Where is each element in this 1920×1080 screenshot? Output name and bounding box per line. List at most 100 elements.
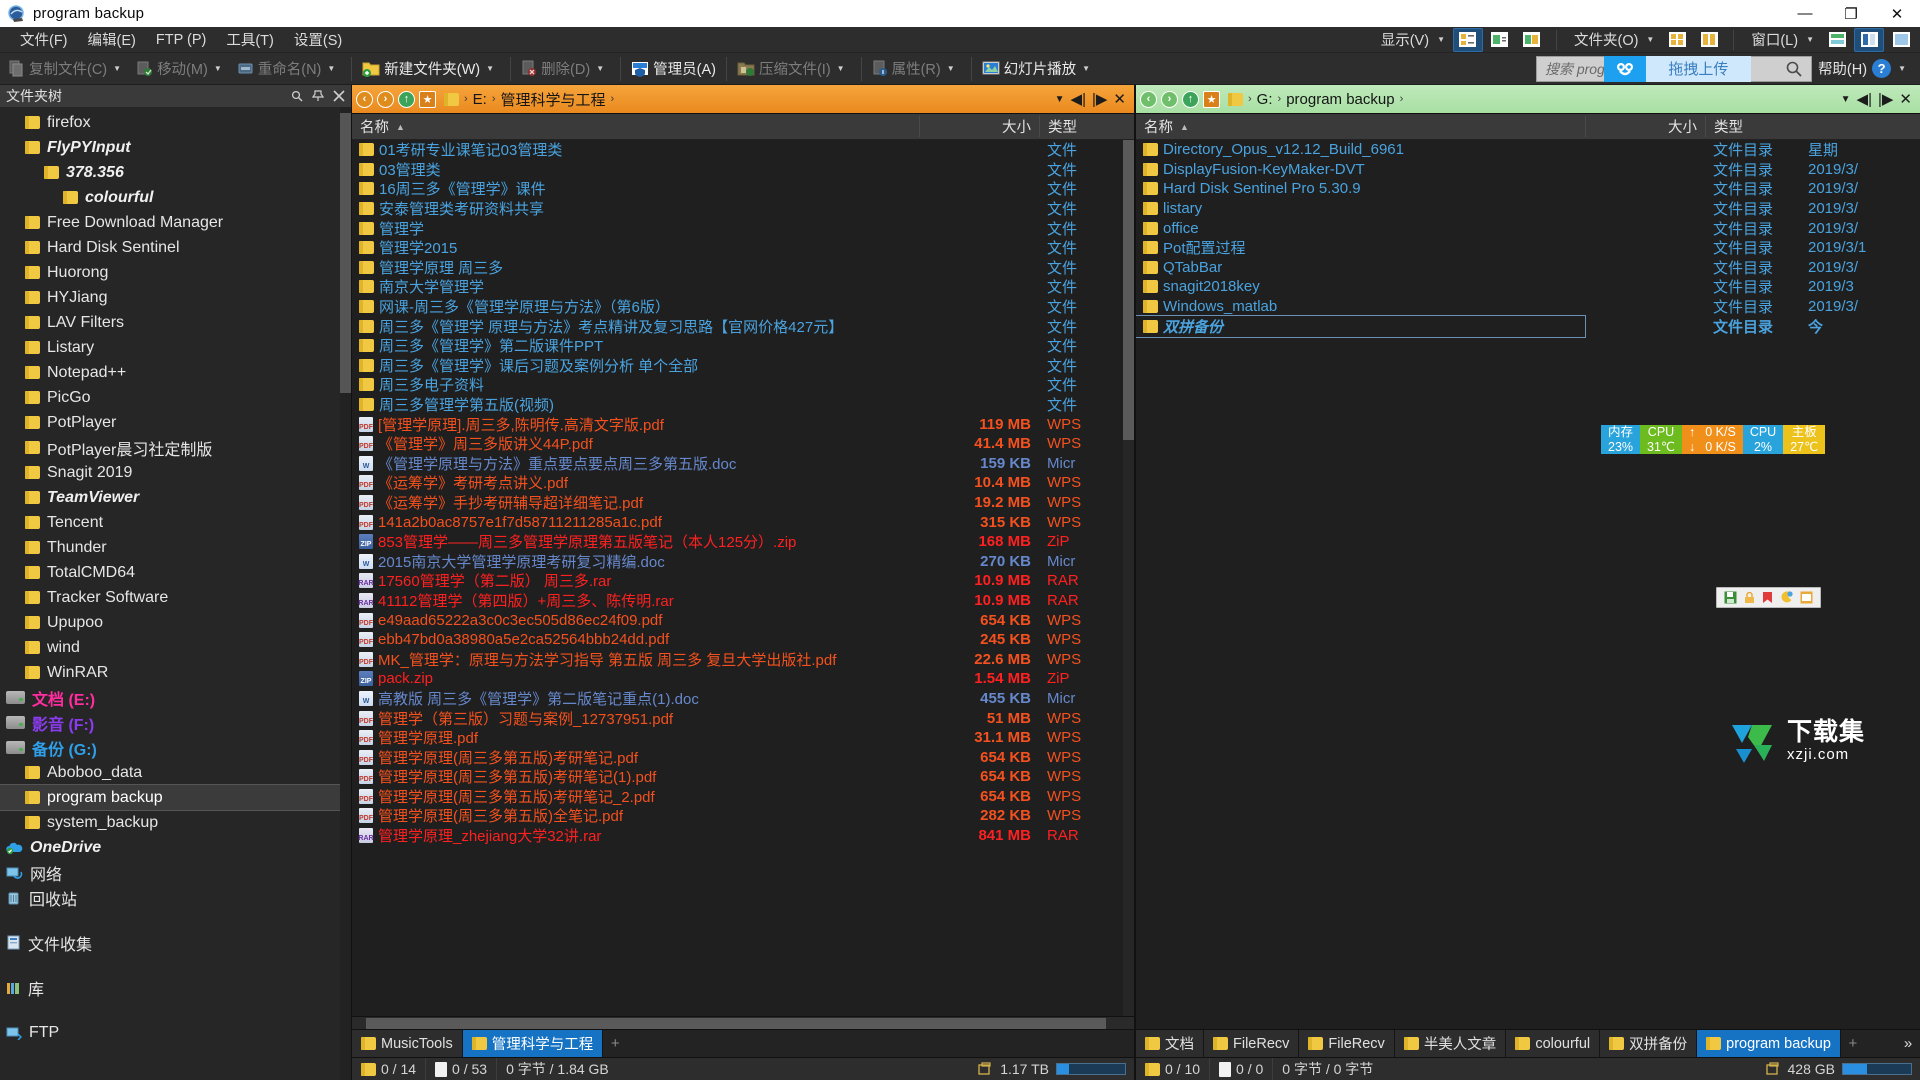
folder-menu-label[interactable]: 文件夹(O) xyxy=(1566,26,1642,53)
tree-item-hard-disk-sentinel[interactable]: Hard Disk Sentinel xyxy=(0,235,351,260)
file-row[interactable]: snagit2018key文件目录2019/3 xyxy=(1136,277,1920,297)
file-row[interactable]: 南京大学管理学文件 xyxy=(352,277,1134,297)
file-name-cell[interactable]: PDF管理学原理(周三多第五版)考研笔记.pdf xyxy=(352,747,919,768)
file-name-cell[interactable]: Windows_matlab xyxy=(1136,298,1585,315)
file-name-cell[interactable]: PDF管理学原理(周三多第五版)考研笔记(1).pdf xyxy=(352,766,919,787)
menu-tools[interactable]: 工具(T) xyxy=(216,26,284,53)
tree-item-[interactable]: 文件收集 xyxy=(0,930,351,955)
menu-ftp[interactable]: FTP (P) xyxy=(146,29,216,51)
file-row[interactable]: 周三多电子资料文件 xyxy=(352,375,1134,395)
right-tab-bar[interactable]: 文档FileRecvFileRecv半美人文章colourful双拼备份prog… xyxy=(1136,1029,1920,1057)
file-row[interactable]: PDF《运筹学》考研考点讲义.pdf10.4 MBWPS xyxy=(352,473,1134,493)
file-name-cell[interactable]: W2015南京大学管理学原理考研复习精编.doc xyxy=(352,551,919,572)
file-row[interactable]: 双拼备份文件目录今 xyxy=(1136,316,1920,336)
folder-tree-list[interactable]: firefoxFlyPYInput378.356colourfulFree Do… xyxy=(0,107,351,1080)
tree-item-wind[interactable]: wind xyxy=(0,635,351,660)
file-row[interactable]: RAR管理学原理_zhejiang大学32讲.rar841 MBRAR xyxy=(352,826,1134,846)
file-tab-[interactable]: 双拼备份 xyxy=(1600,1030,1697,1057)
file-row[interactable]: 管理学文件 xyxy=(352,218,1134,238)
file-name-cell[interactable]: 周三多管理学第五版(视频) xyxy=(352,394,919,415)
rename-chevron-down-icon[interactable]: ▼ xyxy=(327,64,335,73)
folder-chevron-down-icon[interactable]: ▼ xyxy=(1646,35,1654,44)
right-col-name[interactable]: 名称 ▲ xyxy=(1136,116,1585,137)
properties-chevron-down-icon[interactable]: ▼ xyxy=(947,64,955,73)
left-path-chevron-down-icon[interactable]: ▼ xyxy=(1055,94,1065,105)
file-row[interactable]: PDF《管理学》周三多版讲义44P.pdf41.4 MBWPS xyxy=(352,434,1134,454)
tree-item-system-backup[interactable]: system_backup xyxy=(0,810,351,835)
tree-item-g[interactable]: 备份 (G:) xyxy=(0,735,351,760)
file-name-cell[interactable]: RAR17560管理学（第二版） 周三多.rar xyxy=(352,570,919,591)
properties-button[interactable]: 属性(R) ▼ xyxy=(867,55,966,83)
file-row[interactable]: PDF[管理学原理].周三多,陈明传.高清文字版.pdf119 MBWPS xyxy=(352,414,1134,434)
help-group[interactable]: 帮助(H) ? ▼ xyxy=(1818,58,1920,79)
tree-item-[interactable]: 回收站 xyxy=(0,885,351,910)
file-row[interactable]: 周三多《管理学》课后习题及案例分析 单个全部文件 xyxy=(352,356,1134,376)
up-button[interactable]: ↑ xyxy=(398,91,415,108)
tree-item-onedrive[interactable]: OneDrive xyxy=(0,835,351,860)
add-tab-button[interactable]: + xyxy=(603,1030,627,1057)
file-name-cell[interactable]: PDFe49aad65222a3c0c3ec505d86ec24f09.pdf xyxy=(352,612,919,629)
left-pane-close-icon[interactable]: ✕ xyxy=(1113,90,1126,108)
file-name-cell[interactable]: ZIPpack.zip xyxy=(352,670,919,687)
file-row[interactable]: 03管理类文件 xyxy=(352,160,1134,180)
file-name-cell[interactable]: listary xyxy=(1136,200,1585,217)
tree-item-ftp[interactable]: FTP xyxy=(0,1020,351,1045)
close-button[interactable]: ✕ xyxy=(1874,0,1920,27)
file-name-cell[interactable]: DisplayFusion-KeyMaker-DVT xyxy=(1136,161,1585,178)
file-row[interactable]: PDF管理学原理(周三多第五版)考研笔记(1).pdf654 KBWPS xyxy=(352,767,1134,787)
favorites-icon-right[interactable]: ★ xyxy=(1203,91,1220,108)
file-name-cell[interactable]: snagit2018key xyxy=(1136,278,1585,295)
file-name-cell[interactable]: 网课-周三多《管理学原理与方法》（第6版） xyxy=(352,296,919,317)
save-icon[interactable] xyxy=(1724,591,1737,604)
file-row[interactable]: PDF管理学原理(周三多第五版)全笔记.pdf282 KBWPS xyxy=(352,806,1134,826)
file-row[interactable]: Pot配置过程文件目录2019/3/1 xyxy=(1136,238,1920,258)
file-row[interactable]: W《管理学原理与方法》重点要点要点周三多第五版.doc159 KBMicr xyxy=(352,454,1134,474)
file-name-cell[interactable]: RAR管理学原理_zhejiang大学32讲.rar xyxy=(352,825,919,846)
copy-files-button[interactable]: 复制文件(C) ▼ xyxy=(4,55,132,83)
file-name-cell[interactable]: 双拼备份 xyxy=(1136,316,1585,337)
tree-item-e[interactable]: 文档 (E:) xyxy=(0,685,351,710)
file-row[interactable]: Windows_matlab文件目录2019/3/ xyxy=(1136,297,1920,317)
file-tab-[interactable]: 半美人文章 xyxy=(1395,1030,1507,1057)
minimize-button[interactable]: — xyxy=(1782,0,1828,27)
left-vscroll-thumb[interactable] xyxy=(1123,140,1134,440)
search-icon[interactable] xyxy=(1785,60,1803,78)
file-name-cell[interactable]: W高教版 周三多《管理学》第二版笔记重点(1).doc xyxy=(352,688,919,709)
view-thumbnails-button[interactable] xyxy=(1517,28,1547,52)
file-name-cell[interactable]: PDF141a2b0ac8757e1f7d58711211285a1c.pdf xyxy=(352,514,919,531)
file-tab-filerecv[interactable]: FileRecv xyxy=(1204,1030,1299,1057)
forward-button-right[interactable]: › xyxy=(1161,91,1178,108)
file-name-cell[interactable]: 03管理类 xyxy=(352,159,919,180)
bookmark-icon[interactable] xyxy=(1762,591,1773,604)
left-breadcrumb-drive[interactable]: E: xyxy=(473,91,487,108)
file-name-cell[interactable]: PDF[管理学原理].周三多,陈明传.高清文字版.pdf xyxy=(352,414,919,435)
file-row[interactable]: listary文件目录2019/3/ xyxy=(1136,199,1920,219)
file-row[interactable]: W2015南京大学管理学原理考研复习精编.doc270 KBMicr xyxy=(352,551,1134,571)
window-chevron-down-icon[interactable]: ▼ xyxy=(1806,35,1814,44)
file-name-cell[interactable]: QTabBar xyxy=(1136,259,1585,276)
tree-item-listary[interactable]: Listary xyxy=(0,335,351,360)
favorites-icon[interactable]: ★ xyxy=(419,91,436,108)
drag-upload-button[interactable]: 拖拽上传 xyxy=(1646,56,1751,82)
tree-item-upupoo[interactable]: Upupoo xyxy=(0,610,351,635)
tree-item-free-download-manager[interactable]: Free Download Manager xyxy=(0,210,351,235)
left-breadcrumb[interactable]: › E: › 管理科学与工程 › xyxy=(444,89,617,110)
tree-item-huorong[interactable]: Huorong xyxy=(0,260,351,285)
tree-item-totalcmd64[interactable]: TotalCMD64 xyxy=(0,560,351,585)
layout-horizontal-button[interactable] xyxy=(1822,28,1852,52)
tree-item-potplayer[interactable]: PotPlayer xyxy=(0,410,351,435)
close-icon[interactable] xyxy=(333,90,345,102)
file-row[interactable]: PDFebb47bd0a38980a5e2ca52564bbb24dd.pdf2… xyxy=(352,630,1134,650)
tree-scroll-thumb[interactable] xyxy=(340,113,351,393)
file-row[interactable]: office文件目录2019/3/ xyxy=(1136,218,1920,238)
file-tab-[interactable]: 文档 xyxy=(1136,1030,1204,1057)
layout-single-button[interactable] xyxy=(1886,28,1916,52)
tree-item-thunder[interactable]: Thunder xyxy=(0,535,351,560)
file-row[interactable]: 安泰管理类考研资料共享文件 xyxy=(352,199,1134,219)
tree-item-teamviewer[interactable]: TeamViewer xyxy=(0,485,351,510)
file-name-cell[interactable]: PDFMK_管理学：原理与方法学习指导 第五版 周三多 复旦大学出版社.pdf xyxy=(352,649,919,670)
file-name-cell[interactable]: 周三多《管理学》课后习题及案例分析 单个全部 xyxy=(352,355,919,376)
search-box[interactable]: 搜索 progra 拖拽上传 xyxy=(1536,56,1812,82)
compress-button[interactable]: 压缩文件(I) ▼ xyxy=(732,55,856,83)
tree-item-picgo[interactable]: PicGo xyxy=(0,385,351,410)
